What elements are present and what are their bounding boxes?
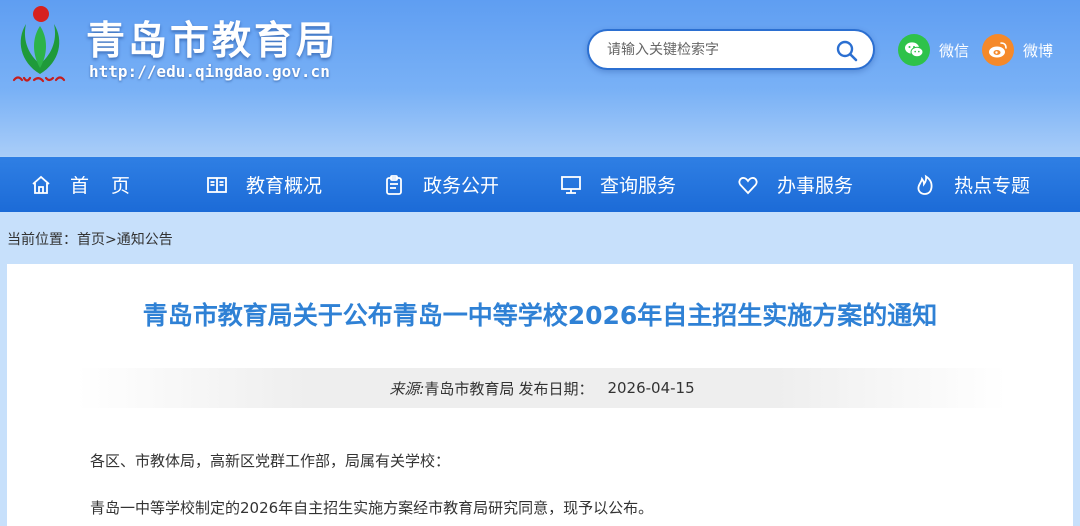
- main-nav: 首页 教育概况 政务公开 查询服务 办事服务 热点专题: [0, 157, 1080, 212]
- source-label: 来源:: [389, 379, 425, 398]
- nav-label: 教育概况: [246, 175, 323, 197]
- flame-icon: [917, 174, 933, 195]
- home-icon: [32, 175, 50, 194]
- search-icon[interactable]: [835, 39, 859, 63]
- source-value: 青岛市教育局: [424, 379, 515, 398]
- breadcrumb: 当前位置：首页>通知公告: [7, 229, 173, 249]
- nav-label: 政务公开: [423, 175, 500, 197]
- book-icon: [207, 176, 227, 193]
- emblem-logo-icon[interactable]: [10, 2, 70, 88]
- breadcrumb-home-link[interactable]: 首页: [77, 232, 105, 248]
- nav-label: 首页: [70, 175, 153, 197]
- wechat-icon: [898, 34, 930, 66]
- search-box: [587, 29, 875, 70]
- nav-item-home[interactable]: 首页: [30, 157, 152, 212]
- nav-item-query[interactable]: 查询服务: [560, 157, 676, 212]
- breadcrumb-current-link[interactable]: 通知公告: [117, 232, 173, 248]
- monitor-icon: [561, 175, 581, 194]
- site-url: http://edu.qingdao.gov.cn: [89, 62, 330, 81]
- nav-item-gov-affairs[interactable]: 政务公开: [383, 157, 499, 212]
- weibo-icon: [982, 34, 1014, 66]
- article-title: 青岛市教育局关于公布青岛一中等学校2026年自主招生实施方案的通知: [142, 301, 938, 330]
- nav-item-topics[interactable]: 热点专题: [914, 157, 1030, 212]
- weibo-label: 微博: [1023, 41, 1054, 60]
- site-header: 青岛市教育局 http://edu.qingdao.gov.cn 微信: [0, 0, 1080, 157]
- nav-item-services[interactable]: 办事服务: [737, 157, 853, 212]
- wechat-link[interactable]: 微信: [898, 34, 969, 66]
- nav-label: 办事服务: [777, 175, 854, 197]
- nav-label: 热点专题: [954, 175, 1031, 197]
- nav-label: 查询服务: [600, 175, 677, 197]
- publish-date: 2026-04-15: [607, 379, 695, 397]
- breadcrumb-separator: >: [105, 232, 117, 248]
- wechat-label: 微信: [939, 41, 970, 60]
- article-paragraph: 青岛一中等学校制定的2026年自主招生实施方案经市教育局研究同意，现予以公布。: [90, 499, 654, 517]
- site-title[interactable]: 青岛市教育局: [86, 10, 338, 66]
- breadcrumb-prefix: 当前位置：: [7, 232, 77, 248]
- article-panel: 青岛市教育局关于公布青岛一中等学校2026年自主招生实施方案的通知 来源: 青岛…: [7, 264, 1073, 526]
- clipboard-icon: [386, 174, 402, 195]
- nav-item-overview[interactable]: 教育概况: [206, 157, 322, 212]
- article-paragraph: 各区、市教体局，高新区党群工作部，局属有关学校：: [90, 452, 451, 470]
- weibo-link[interactable]: 微博: [982, 34, 1053, 66]
- search-input[interactable]: [607, 40, 827, 60]
- article-meta: 来源: 青岛市教育局 发布日期： 2026-04-15: [77, 368, 1007, 408]
- heart-icon: [738, 176, 758, 194]
- date-label: 发布日期：: [518, 379, 594, 398]
